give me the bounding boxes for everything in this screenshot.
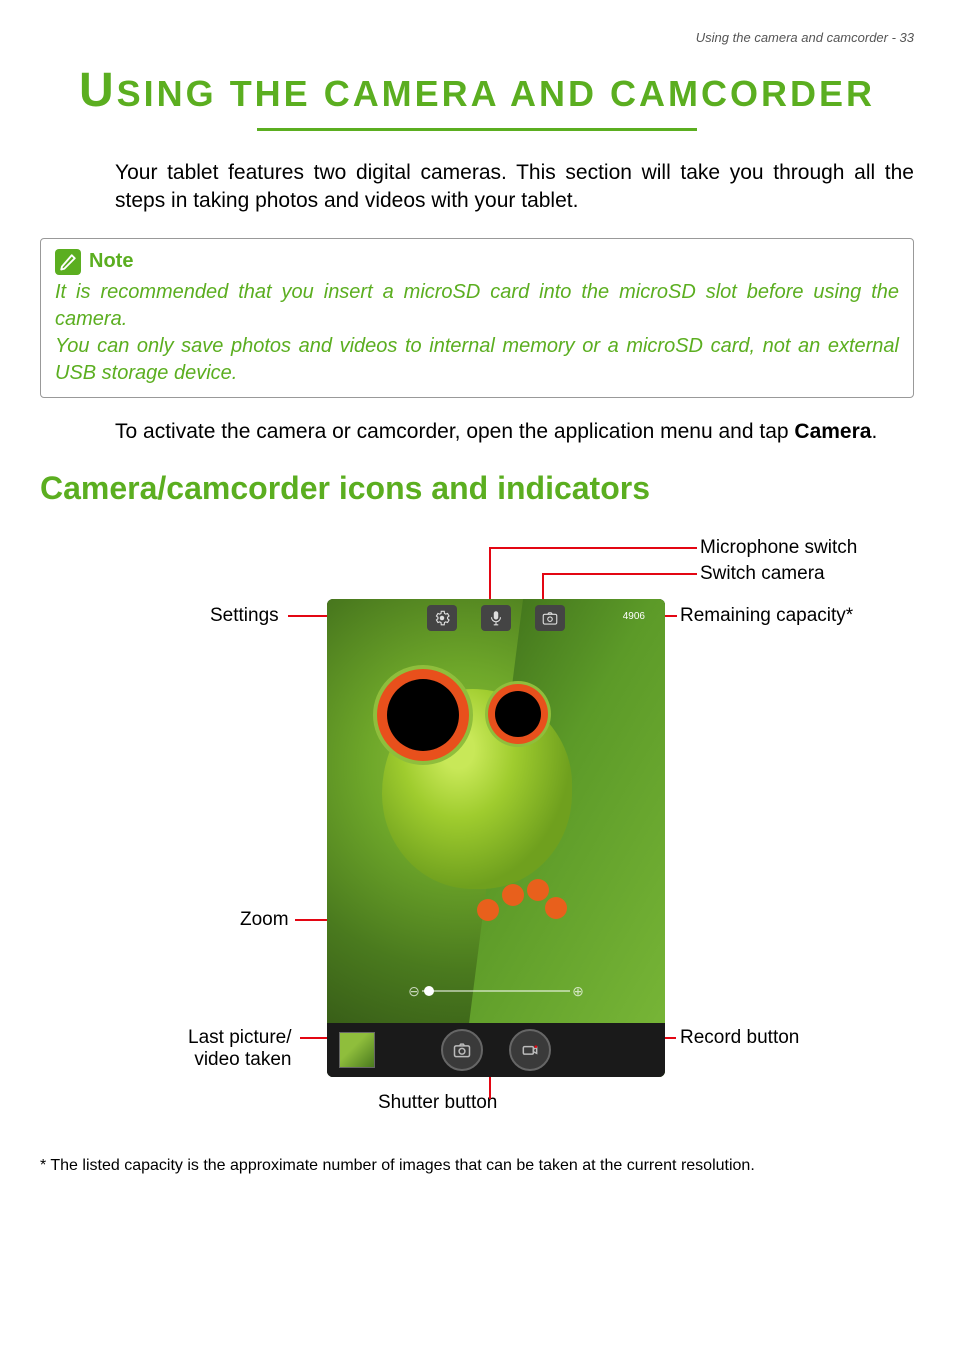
label-zoom: Zoom [240, 909, 289, 931]
camera-diagram: Settings Zoom Last picture/video taken M… [40, 537, 914, 1137]
title-rest: SING THE CAMERA AND CAMCORDER [117, 73, 875, 114]
camera-bottom-bar [327, 1023, 665, 1077]
activate-pre: To activate the camera or camcorder, ope… [115, 420, 794, 443]
note-body: It is recommended that you insert a micr… [55, 279, 899, 387]
callout-line [489, 547, 697, 549]
note-line-1: It is recommended that you insert a micr… [55, 281, 899, 330]
record-button[interactable] [509, 1029, 551, 1071]
last-picture-thumbnail[interactable] [339, 1032, 375, 1068]
zoom-slider[interactable]: ⊖ ⊕ [406, 983, 586, 999]
activate-bold: Camera [794, 420, 871, 443]
frog-foot-graphic [477, 879, 567, 939]
label-remaining-capacity: Remaining capacity* [680, 605, 853, 627]
viewfinder-bg [327, 599, 665, 1077]
zoom-thumb[interactable] [424, 986, 434, 996]
label-settings: Settings [210, 605, 279, 627]
label-record-button: Record button [680, 1027, 799, 1049]
frog-eye2-graphic [495, 691, 541, 737]
zoom-in-icon[interactable]: ⊕ [570, 983, 586, 1000]
note-box: Note It is recommended that you insert a… [40, 238, 914, 398]
note-title: Note [89, 250, 133, 273]
label-microphone-switch: Microphone switch [700, 537, 857, 559]
label-last-picture: Last picture/video taken [188, 1027, 292, 1071]
settings-icon[interactable] [427, 605, 457, 631]
camera-viewfinder-mockup: 4906 ⊖ ⊕ [327, 599, 665, 1077]
zoom-out-icon[interactable]: ⊖ [406, 983, 422, 1000]
pencil-icon [55, 249, 81, 275]
note-line-2: You can only save photos and videos to i… [55, 335, 899, 384]
top-icon-row [327, 605, 665, 631]
title-underline [257, 128, 697, 131]
switch-camera-icon[interactable] [535, 605, 565, 631]
intro-paragraph: Your tablet features two digital cameras… [115, 159, 914, 216]
microphone-icon[interactable] [481, 605, 511, 631]
running-header: Using the camera and camcorder - 33 [40, 30, 914, 45]
activate-paragraph: To activate the camera or camcorder, ope… [115, 418, 914, 446]
note-header: Note [55, 249, 899, 275]
remaining-count: 4906 [623, 611, 645, 622]
shutter-button[interactable] [441, 1029, 483, 1071]
section-heading: Camera/camcorder icons and indicators [40, 470, 914, 507]
frog-eye-graphic [387, 679, 459, 751]
zoom-track [422, 990, 570, 992]
page-title: USING THE CAMERA AND CAMCORDER [40, 63, 914, 118]
label-switch-camera: Switch camera [700, 563, 825, 585]
footnote: * The listed capacity is the approximate… [40, 1157, 914, 1175]
callout-line [542, 573, 697, 575]
title-first-letter: U [79, 64, 117, 117]
activate-post: . [871, 420, 877, 443]
label-shutter-button: Shutter button [378, 1092, 497, 1114]
